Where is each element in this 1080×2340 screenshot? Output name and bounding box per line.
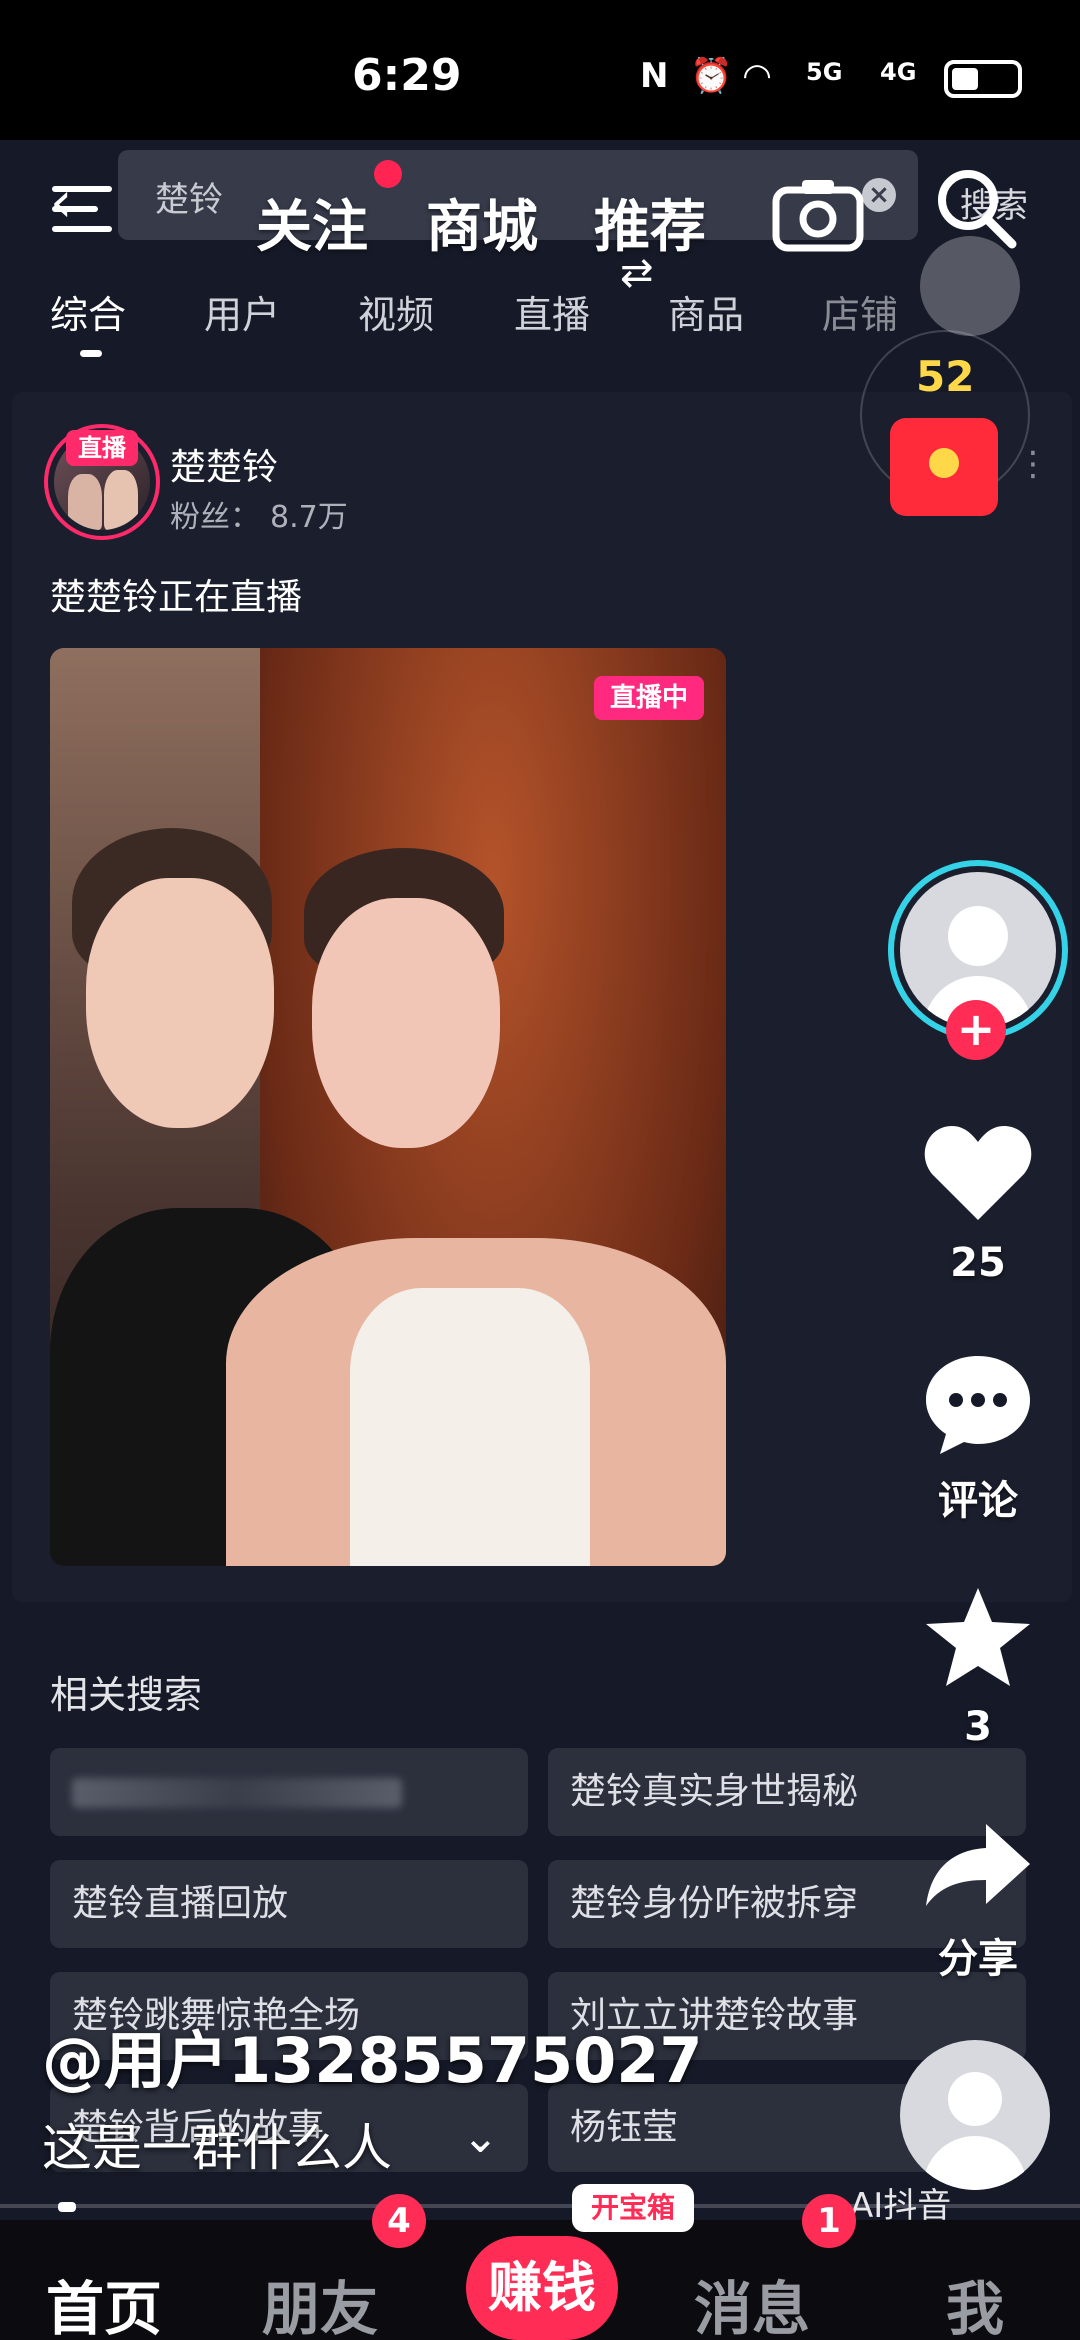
related-search-item[interactable] [50, 1748, 528, 1836]
tab-following[interactable]: 关注 [256, 182, 368, 263]
blurred-text [72, 1778, 402, 1808]
category-tab-products[interactable]: 商品 [668, 284, 744, 339]
related-searches-title: 相关搜索 [50, 1673, 203, 1717]
live-description: 楚楚铃正在直播 [50, 577, 303, 618]
video-progress-bar[interactable] [0, 2204, 1080, 2208]
share-label: 分享 [938, 1936, 1018, 1982]
active-tab-indicator [80, 350, 102, 357]
category-tab-videos[interactable]: 视频 [358, 284, 434, 339]
comment-label: 评论 [938, 1478, 1018, 1524]
menu-icon[interactable] [52, 178, 112, 248]
likes-count: 25 [950, 1240, 1006, 1286]
nav-me[interactable]: 我 [946, 2262, 1004, 2340]
swap-icon[interactable]: ⇄ [620, 250, 654, 296]
related-search-item[interactable]: 楚铃直播回放 [50, 1860, 528, 1948]
comment-icon[interactable] [922, 1352, 1034, 1456]
author-handle[interactable]: @用户13285575027 [42, 2010, 703, 2100]
clear-search-icon[interactable]: × [862, 178, 896, 212]
chevron-down-icon[interactable]: ⌄ [462, 2112, 499, 2163]
live-video-thumbnail[interactable] [50, 648, 726, 1566]
network-5g-label: 5G [806, 58, 843, 86]
category-tab-all[interactable]: 综合 [50, 284, 126, 339]
progress-handle[interactable] [58, 2202, 76, 2212]
category-tab-live[interactable]: 直播 [514, 284, 590, 339]
category-tab-shops[interactable]: 店铺 [822, 284, 898, 339]
network-4g-label: 4G [880, 58, 917, 86]
video-caption[interactable]: 这是一群什么人 [42, 2108, 392, 2180]
music-disc-icon[interactable] [900, 2040, 1050, 2190]
nfc-icon: N [640, 56, 669, 96]
red-packet-icon[interactable] [890, 418, 998, 516]
status-time: 6:29 [352, 50, 462, 101]
live-badge: 直播 [66, 430, 138, 466]
username[interactable]: 楚楚铃 [170, 438, 278, 490]
share-arrow-icon[interactable] [924, 1822, 1032, 1910]
notification-dot [374, 160, 402, 188]
nav-earn-button[interactable]: 赚钱 [466, 2236, 618, 2340]
battery-icon [944, 60, 1022, 98]
search-query[interactable]: 楚铃 [155, 172, 223, 221]
like-heart-icon[interactable] [922, 1124, 1034, 1224]
alarm-icon: ⏰ [690, 56, 733, 96]
favorites-count: 3 [964, 1704, 992, 1750]
nav-friends[interactable]: 朋友 [262, 2262, 378, 2340]
fans-count: 8.7万 [270, 500, 348, 535]
treasure-chest-badge[interactable]: 开宝箱 [572, 2184, 694, 2232]
favorite-star-icon[interactable] [924, 1586, 1032, 1690]
live-now-tag: 直播中 [594, 676, 704, 720]
messages-badge: 1 [802, 2194, 856, 2248]
friends-badge: 4 [372, 2194, 426, 2248]
nav-messages[interactable]: 消息 [694, 2262, 810, 2340]
fans-label: 粉丝： [170, 500, 260, 535]
status-bar [0, 0, 1080, 140]
follow-plus-button[interactable]: + [946, 1000, 1006, 1060]
reward-timer-count: 52 [916, 352, 975, 401]
wifi-icon: ◠ [744, 56, 771, 96]
camera-icon[interactable] [772, 174, 864, 252]
category-tab-users[interactable]: 用户 [204, 284, 280, 339]
tab-mall[interactable]: 商城 [426, 182, 538, 263]
nav-home[interactable]: 首页 [46, 2262, 162, 2340]
reward-timer-icon[interactable] [920, 236, 1020, 336]
